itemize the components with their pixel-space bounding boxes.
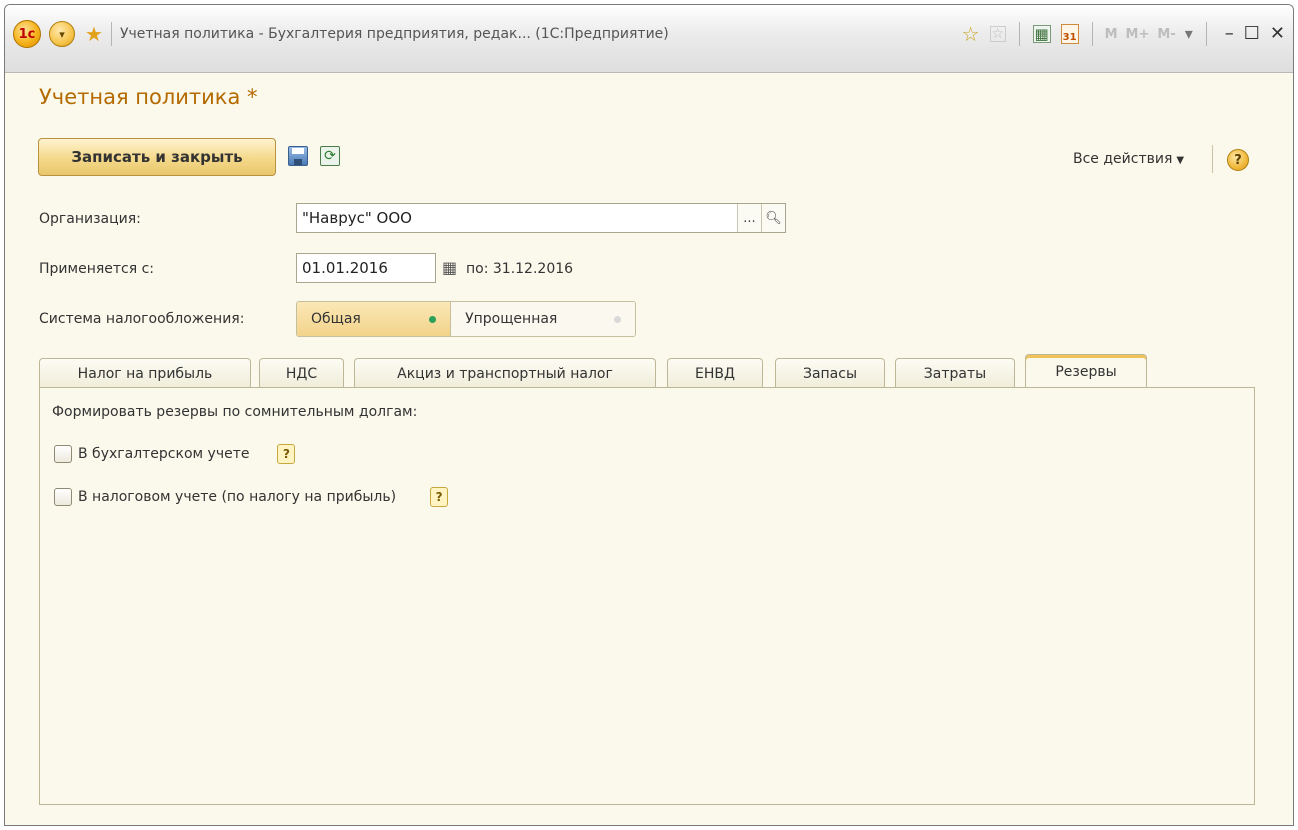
refresh-icon[interactable]: ⟳	[320, 146, 340, 166]
title-separator-4	[1205, 22, 1207, 46]
applies-from-value: 01.01.2016	[302, 259, 388, 277]
tab-excise-transport[interactable]: Акциз и транспортный налог	[354, 358, 656, 389]
organization-label: Организация:	[39, 211, 141, 227]
all-actions-label: Все действия	[1073, 151, 1173, 167]
tax-system-option-simplified[interactable]: Упрощенная	[451, 302, 635, 336]
tab-inventory[interactable]: Запасы	[775, 358, 885, 389]
tax-reserve-option[interactable]: В налоговом учете (по налогу на прибыль)…	[54, 487, 449, 507]
applies-from-date-field[interactable]: 01.01.2016	[296, 253, 436, 283]
tab-reserves[interactable]: Резервы	[1025, 354, 1147, 389]
page-title-text: Учетная политика	[39, 85, 241, 109]
title-bar: 1с ▾ ★ Учетная политика - Бухгалтерия пр…	[5, 5, 1293, 73]
chevron-down-icon: ▼	[1176, 155, 1185, 166]
organization-value: "Наврус" ООО	[302, 209, 412, 227]
accounting-reserve-option[interactable]: В бухгалтерском учете ?	[54, 444, 296, 464]
app-window: 1с ▾ ★ Учетная политика - Бухгалтерия пр…	[4, 4, 1294, 826]
tab-profit-tax[interactable]: Налог на прибыль	[39, 358, 251, 389]
toolbar-separator	[1212, 145, 1213, 173]
save-and-close-button[interactable]: Записать и закрыть	[38, 138, 276, 176]
accounting-reserve-checkbox[interactable]	[54, 445, 72, 463]
form-content: Учетная политика * Записать и закрыть ⟳ …	[5, 73, 1293, 825]
organization-field[interactable]: "Наврус" ООО ... 🔍︎	[296, 203, 786, 233]
selected-dot-icon	[429, 315, 437, 323]
add-to-favorites-icon[interactable]: ☆	[962, 24, 980, 44]
tax-system-option-label: Упрощенная	[465, 311, 558, 327]
all-actions-menu[interactable]: Все действия ▼	[1073, 151, 1184, 167]
tab-costs[interactable]: Затраты	[895, 358, 1015, 389]
tax-system-option-label: Общая	[311, 311, 361, 327]
tab-vat[interactable]: НДС	[259, 358, 344, 389]
accounting-reserve-hint-icon[interactable]: ?	[277, 444, 296, 464]
main-menu-icon[interactable]: ▾	[49, 21, 75, 47]
title-separator	[110, 22, 112, 46]
search-icon[interactable]: 🔍︎	[761, 204, 785, 232]
tax-reserve-hint-icon[interactable]: ?	[430, 487, 449, 507]
app-logo-icon[interactable]: 1с	[13, 20, 41, 48]
memory-plus-button[interactable]: M+	[1126, 28, 1150, 41]
memory-m-button[interactable]: M	[1105, 28, 1118, 41]
tax-system-option-general[interactable]: Общая	[297, 302, 452, 336]
tax-system-label: Система налогообложения:	[39, 311, 245, 327]
applies-to-text: по: 31.12.2016	[466, 261, 574, 277]
tax-reserve-label: В налоговом учете (по налогу на прибыль)	[78, 489, 397, 505]
memory-minus-button[interactable]: M-	[1157, 28, 1175, 41]
modified-mark: *	[247, 85, 258, 109]
tax-reserve-checkbox[interactable]	[54, 488, 72, 506]
calendar-icon[interactable]: 31	[1060, 24, 1079, 44]
title-separator-2	[1018, 22, 1020, 46]
calculator-icon[interactable]: ▦	[1032, 25, 1051, 43]
tax-system-selector: Общая Упрощенная	[296, 301, 636, 337]
help-icon[interactable]: ?	[1227, 149, 1249, 171]
calendar-picker-icon[interactable]: ▦	[442, 258, 457, 277]
organization-select-button[interactable]: ...	[737, 204, 761, 232]
tab-envd[interactable]: ЕНВД	[667, 358, 763, 389]
page-title: Учетная политика *	[39, 85, 258, 109]
save-icon[interactable]	[288, 146, 308, 166]
applies-from-label: Применяется с:	[39, 261, 155, 277]
reserves-panel: Формировать резервы по сомнительным долг…	[39, 387, 1255, 805]
title-separator-3	[1091, 22, 1093, 46]
window-title: Учетная политика - Бухгалтерия предприят…	[119, 26, 669, 42]
maximize-icon[interactable]: ☐	[1244, 25, 1260, 43]
reserves-heading: Формировать резервы по сомнительным долг…	[52, 404, 418, 420]
chevron-down-icon[interactable]: ▾	[1185, 26, 1193, 42]
unselected-dot-icon	[614, 315, 621, 323]
bookmark-icon[interactable]: ☆	[989, 26, 1006, 42]
accounting-reserve-label: В бухгалтерском учете	[78, 446, 250, 462]
close-icon[interactable]: ✕	[1270, 25, 1285, 43]
favorite-star-icon[interactable]: ★	[85, 24, 103, 44]
minimize-icon[interactable]: –	[1225, 25, 1234, 43]
